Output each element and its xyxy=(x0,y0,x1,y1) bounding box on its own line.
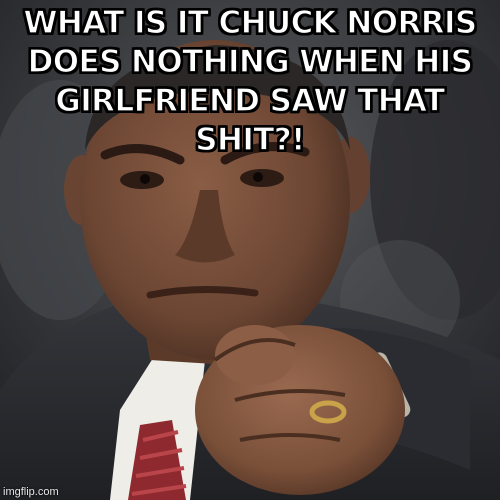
watermark: imgflip.com xyxy=(3,486,59,498)
meme-caption: WHAT IS IT CHUCK NORRIS DOES NOTHING WHE… xyxy=(23,4,478,158)
meme-image: WHAT IS IT CHUCK NORRIS DOES NOTHING WHE… xyxy=(0,0,500,500)
